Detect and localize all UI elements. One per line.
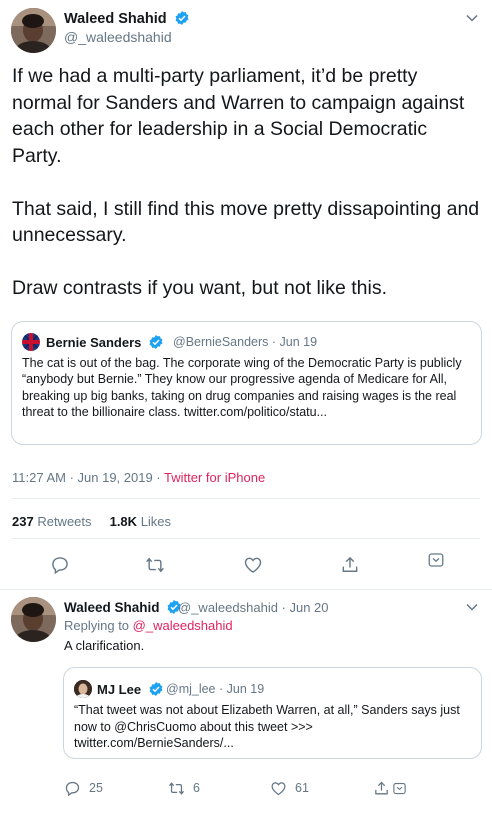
share-icon[interactable] bbox=[340, 555, 360, 575]
tweet-stats: 237 Retweets 1.8K Likes bbox=[12, 514, 171, 529]
likes-count: 1.8K bbox=[109, 514, 138, 529]
like-count: 61 bbox=[295, 781, 309, 795]
retweet-count: 6 bbox=[193, 781, 200, 795]
tweet-actions: 25 6 61 bbox=[0, 779, 492, 799]
bookmark-icon[interactable] bbox=[427, 551, 447, 571]
retweet-action[interactable]: 6 bbox=[168, 779, 200, 797]
bookmark-icon bbox=[393, 782, 406, 794]
divider bbox=[12, 538, 480, 539]
reply-icon bbox=[65, 781, 80, 796]
like-icon[interactable] bbox=[243, 555, 263, 575]
quoted-text: “That tweet was not about Elizabeth Warr… bbox=[74, 703, 460, 750]
author-name-text[interactable]: Waleed Shahid bbox=[64, 11, 167, 27]
tweet-text: If we had a multi-party parliament, it’d… bbox=[12, 65, 480, 299]
tweet-meta[interactable]: @_waleedshahid · Jun 20 bbox=[178, 600, 329, 615]
quoted-author-avatar bbox=[74, 680, 92, 698]
quoted-meta: @BernieSanders · Jun 19 bbox=[173, 335, 318, 349]
likes-label: Likes bbox=[140, 514, 172, 529]
verified-badge-icon bbox=[149, 682, 163, 696]
like-action[interactable]: 61 bbox=[270, 779, 309, 797]
chevron-down-icon[interactable] bbox=[466, 599, 478, 614]
quoted-author-name-text: Bernie Sanders bbox=[46, 335, 142, 350]
retweets-count: 237 bbox=[12, 514, 34, 529]
author-name-text[interactable]: Waleed Shahid bbox=[64, 600, 160, 615]
quoted-author-name: MJ Lee bbox=[97, 681, 164, 697]
quoted-text: The cat is out of the bag. The corporate… bbox=[22, 356, 462, 419]
retweets-label: Retweets bbox=[37, 514, 92, 529]
reply-action[interactable]: 25 bbox=[64, 779, 103, 797]
like-icon bbox=[271, 781, 286, 795]
tweet-timestamp: 11:27 AM · Jun 19, 2019 · Twitter for iP… bbox=[12, 470, 265, 485]
reply-icon[interactable] bbox=[50, 555, 70, 575]
divider bbox=[12, 498, 480, 499]
author-name[interactable]: Waleed Shahid bbox=[64, 10, 190, 27]
reply-tweet[interactable]: Waleed Shahid @_waleedshahid · Jun 20 Re… bbox=[0, 591, 492, 813]
tweet-text: A clarification. bbox=[64, 638, 145, 653]
quoted-author-name-text: MJ Lee bbox=[97, 682, 142, 697]
quoted-meta: @mj_lee · Jun 19 bbox=[166, 682, 265, 696]
tweet-actions bbox=[0, 553, 492, 575]
quoted-author-name: Bernie Sanders bbox=[46, 334, 164, 350]
author-avatar[interactable] bbox=[11, 8, 56, 53]
tweet-source[interactable]: Twitter for iPhone bbox=[164, 470, 265, 485]
quoted-author-avatar bbox=[22, 333, 40, 351]
replying-to: Replying to @_waleedshahid bbox=[64, 618, 233, 633]
quoted-tweet[interactable]: MJ Lee @mj_lee · Jun 19 “That tweet was … bbox=[63, 667, 482, 759]
likes-stat[interactable]: 1.8K Likes bbox=[110, 514, 171, 529]
replying-prefix: Replying to bbox=[64, 618, 130, 633]
verified-badge-icon bbox=[149, 335, 163, 349]
chevron-down-icon[interactable] bbox=[466, 10, 478, 25]
verified-badge-icon bbox=[175, 11, 189, 25]
retweets-stat[interactable]: 237 Retweets bbox=[12, 514, 92, 529]
author-avatar[interactable] bbox=[11, 597, 56, 642]
main-tweet: Waleed Shahid @_waleedshahid If we had a… bbox=[0, 0, 492, 590]
share-action[interactable] bbox=[373, 779, 407, 797]
author-handle[interactable]: @_waleedshahid bbox=[64, 29, 172, 45]
tweet-time[interactable]: 11:27 AM · Jun 19, 2019 · bbox=[12, 470, 161, 485]
retweet-icon[interactable] bbox=[145, 555, 165, 575]
share-icon bbox=[375, 781, 388, 794]
reply-count: 25 bbox=[89, 781, 103, 795]
quoted-tweet[interactable]: Bernie Sanders @BernieSanders · Jun 19 T… bbox=[11, 321, 482, 445]
retweet-icon bbox=[168, 781, 185, 795]
replying-handle-link[interactable]: @_waleedshahid bbox=[133, 618, 233, 633]
author-name[interactable]: Waleed Shahid bbox=[64, 599, 182, 615]
